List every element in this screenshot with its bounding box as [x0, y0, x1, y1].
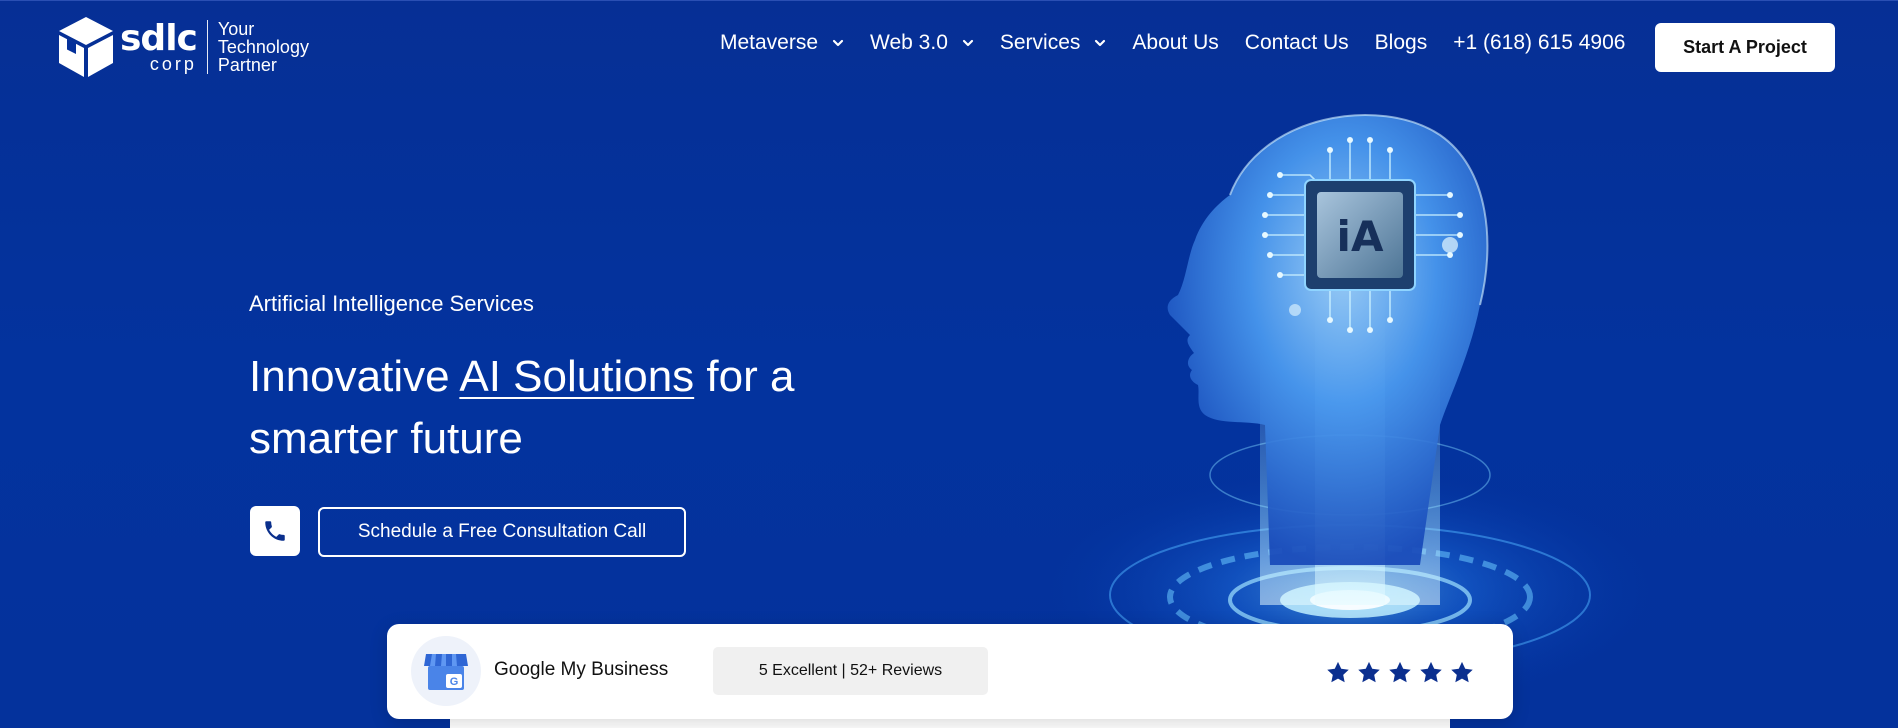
- chevron-down-icon: [962, 39, 973, 47]
- tagline-line-2: Technology: [217, 37, 309, 57]
- star-icon: [1420, 661, 1442, 683]
- nav-item-services[interactable]: Services: [1000, 31, 1107, 55]
- nav-item-label: About Us: [1132, 31, 1219, 54]
- nav-item-web3[interactable]: Web 3.0: [870, 31, 974, 55]
- logo-wordmark: sdlc corp: [120, 18, 198, 74]
- chevron-down-icon: [832, 39, 844, 47]
- star-icon: [1327, 661, 1349, 683]
- phone-icon: [265, 521, 285, 541]
- page: sdlc corp Your Technology Partner Metave…: [0, 0, 1898, 728]
- star-icon: [1389, 661, 1411, 683]
- start-project-button[interactable]: Start A Project: [1655, 23, 1835, 72]
- review-card: G Google My Business 5 Excellent | 52+ R…: [387, 624, 1513, 719]
- site-header: sdlc corp Your Technology Partner Metave…: [0, 0, 1898, 92]
- review-card-shadow: [450, 719, 1450, 728]
- nav-item-label: Metaverse: [720, 31, 819, 54]
- logo-divider: [206, 20, 208, 74]
- call-button[interactable]: [250, 506, 300, 556]
- nav-item-label: Blogs: [1374, 31, 1428, 54]
- chip-label: iA: [1337, 212, 1384, 261]
- tagline-line-1: Your: [217, 19, 255, 39]
- logo-tagline: Your Technology Partner: [218, 20, 309, 74]
- google-business-icon-wrap: G: [411, 636, 481, 706]
- star-icon: [1451, 661, 1473, 683]
- nav-item-contact-us[interactable]: Contact Us: [1245, 31, 1349, 55]
- logo-sdlc-text: sdlc: [120, 18, 198, 59]
- main-nav: Metaverse Web 3.0 Services About Us Cont…: [720, 31, 1625, 55]
- sdlc-logo[interactable]: sdlc corp Your Technology Partner: [56, 15, 309, 79]
- google-business-icon: G: [424, 654, 468, 690]
- hero-title-pre: Innovative: [249, 352, 460, 401]
- nav-item-metaverse[interactable]: Metaverse: [720, 31, 844, 55]
- reviews-badge[interactable]: 5 Excellent | 52+ Reviews: [713, 647, 988, 695]
- nav-item-about-us[interactable]: About Us: [1132, 31, 1218, 55]
- tagline-line-3: Partner: [217, 55, 277, 75]
- nav-item-label: Contact Us: [1244, 31, 1349, 54]
- google-my-business-label: Google My Business: [494, 659, 669, 680]
- nav-item-blogs[interactable]: Blogs: [1375, 31, 1428, 55]
- chevron-down-icon: [1095, 39, 1106, 47]
- google-g-letter: G: [450, 676, 459, 688]
- nav-item-label: Web 3.0: [870, 31, 948, 54]
- star-icon: [1358, 661, 1380, 683]
- phone-number-link[interactable]: +1 (618) 615 4906: [1453, 31, 1625, 55]
- logo-corp-text: corp: [149, 54, 197, 74]
- nav-item-label: Services: [999, 31, 1081, 54]
- cube-logo-icon: [59, 17, 113, 77]
- schedule-consultation-button[interactable]: Schedule a Free Consultation Call: [318, 507, 686, 557]
- star-rating: [1325, 660, 1480, 685]
- hero-title-highlight-link[interactable]: AI Solutions: [459, 352, 694, 401]
- hero-title: Innovative AI Solutions for a smarter fu…: [249, 346, 949, 470]
- hero-subtitle: Artificial Intelligence Services: [249, 291, 534, 316]
